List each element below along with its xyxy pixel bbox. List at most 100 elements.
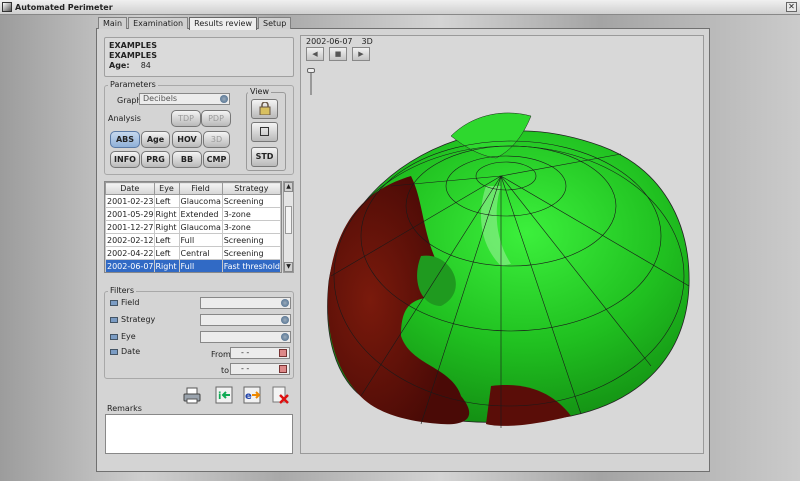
view-legend: View bbox=[248, 87, 271, 96]
remarks-textarea[interactable] bbox=[105, 414, 293, 454]
eye-label: Eye bbox=[121, 332, 136, 341]
cell-eye: Right bbox=[153, 220, 180, 234]
table-row[interactable]: 2001-05-29 Right Extended 3-zone bbox=[105, 207, 281, 221]
slider-knob[interactable] bbox=[307, 68, 315, 73]
strategy-select[interactable] bbox=[200, 314, 291, 326]
zoom-slider[interactable] bbox=[307, 66, 315, 96]
results-table: Date Eye Field Strategy 2001-02-23 Left Gl… bbox=[104, 181, 282, 273]
date-label: Date bbox=[121, 347, 141, 356]
age-value: 84 bbox=[140, 61, 151, 70]
graph-label: Graph bbox=[117, 96, 142, 105]
cell-field: Glaucoma bbox=[178, 220, 223, 234]
eye-icon bbox=[110, 333, 118, 340]
lock-button[interactable] bbox=[251, 99, 278, 119]
to-date-field[interactable]: - - bbox=[230, 363, 290, 375]
field-filter-label: Field bbox=[110, 298, 139, 307]
tab-setup[interactable]: Setup bbox=[258, 17, 292, 29]
std-button[interactable]: STD bbox=[251, 147, 278, 167]
cell-field: Central bbox=[178, 246, 223, 260]
square-icon: ■ bbox=[334, 50, 342, 58]
scroll-up-icon[interactable]: ▲ bbox=[284, 182, 293, 192]
square-icon bbox=[260, 127, 269, 136]
cell-field: Extended bbox=[178, 207, 223, 221]
3d-visual-field-view[interactable] bbox=[300, 35, 704, 454]
title-bar: Automated Perimeter ✕ bbox=[0, 0, 800, 15]
col-date[interactable]: Date bbox=[105, 182, 155, 195]
to-label: to bbox=[221, 366, 230, 375]
info-button[interactable]: INFO bbox=[110, 151, 140, 168]
dropdown-icon bbox=[281, 299, 289, 307]
col-field[interactable]: Field bbox=[178, 182, 223, 195]
patient-name-2: EXAMPLES bbox=[109, 51, 157, 60]
bb-button[interactable]: BB bbox=[172, 151, 202, 168]
delete-button[interactable] bbox=[272, 386, 290, 404]
close-icon[interactable]: ✕ bbox=[786, 2, 797, 12]
abs-button[interactable]: ABS bbox=[110, 131, 140, 148]
dropdown-icon bbox=[281, 316, 289, 324]
table-row[interactable]: 2001-12-27 Right Glaucoma 3-zone bbox=[105, 220, 281, 234]
age-label: Age: bbox=[109, 61, 130, 70]
hill-of-vision-3d bbox=[327, 112, 690, 428]
print-button[interactable] bbox=[183, 386, 201, 404]
tab-main[interactable]: Main bbox=[98, 17, 128, 29]
viewer-date: 2002-06-07 bbox=[306, 37, 353, 46]
export-button[interactable]: e bbox=[243, 386, 261, 404]
prg-button[interactable]: PRG bbox=[141, 151, 170, 168]
table-row[interactable]: 2002-02-12 Left Full Screening bbox=[105, 233, 281, 247]
cell-eye: Left bbox=[153, 194, 180, 208]
col-strategy[interactable]: Strategy bbox=[221, 182, 281, 195]
parameters-legend: Parameters bbox=[108, 80, 158, 89]
cell-field: Glaucoma bbox=[178, 194, 223, 208]
previous-button[interactable]: ◀ bbox=[306, 47, 324, 61]
triangle-left-icon: ◀ bbox=[312, 50, 318, 58]
tab-results-review[interactable]: Results review bbox=[189, 17, 258, 30]
next-button[interactable]: ▶ bbox=[352, 47, 370, 61]
cell-eye: Left bbox=[153, 233, 180, 247]
tdp-button[interactable]: TDP bbox=[171, 110, 201, 127]
field-label: Field bbox=[121, 298, 140, 307]
field-icon bbox=[110, 299, 118, 306]
to-date-value: - - bbox=[241, 364, 250, 373]
age-button[interactable]: Age bbox=[141, 131, 170, 148]
calendar-icon[interactable] bbox=[279, 365, 287, 373]
cell-strategy: Screening bbox=[221, 194, 281, 208]
stop-button[interactable]: ■ bbox=[329, 47, 347, 61]
cell-eye: Right bbox=[153, 259, 180, 272]
from-date-value: - - bbox=[241, 348, 250, 357]
viewer-mode: 3D bbox=[361, 37, 373, 46]
hov-button[interactable]: HOV bbox=[172, 131, 202, 148]
from-date-field[interactable]: - - bbox=[230, 347, 290, 359]
import-button[interactable]: i bbox=[215, 386, 233, 404]
col-eye[interactable]: Eye bbox=[153, 182, 180, 195]
3d-button[interactable]: 3D bbox=[203, 131, 230, 148]
remarks-label: Remarks bbox=[107, 404, 142, 413]
svg-text:i: i bbox=[218, 391, 221, 402]
patient-name-1: EXAMPLES bbox=[109, 41, 157, 50]
printer-icon bbox=[183, 387, 201, 404]
cell-eye: Right bbox=[153, 207, 180, 221]
table-row[interactable]: 2001-02-23 Left Glaucoma Screening bbox=[105, 194, 281, 208]
eye-select[interactable] bbox=[200, 331, 291, 343]
cell-strategy: Screening bbox=[221, 246, 281, 260]
cell-field: Full bbox=[178, 259, 223, 272]
table-row-selected[interactable]: 2002-06-07 Right Full Fast threshold bbox=[105, 259, 281, 272]
dropdown-icon bbox=[220, 95, 228, 103]
import-icon: i bbox=[215, 386, 233, 404]
frame-button[interactable] bbox=[251, 122, 278, 142]
calendar-icon[interactable] bbox=[279, 349, 287, 357]
eye-filter-label: Eye bbox=[110, 332, 136, 341]
table-row[interactable]: 2002-04-22 Left Central Screening bbox=[105, 246, 281, 260]
graph-value: Decibels bbox=[143, 94, 178, 103]
scroll-thumb[interactable] bbox=[285, 206, 292, 234]
table-scrollbar[interactable]: ▲ ▼ bbox=[283, 181, 294, 273]
app-title: Automated Perimeter bbox=[15, 2, 113, 12]
tab-examination[interactable]: Examination bbox=[128, 17, 189, 29]
pdp-button[interactable]: PDP bbox=[201, 110, 231, 127]
triangle-right-icon: ▶ bbox=[358, 50, 364, 58]
field-select[interactable] bbox=[200, 297, 291, 309]
cmp-button[interactable]: CMP bbox=[203, 151, 230, 168]
cell-date: 2001-02-23 bbox=[105, 194, 155, 208]
scroll-down-icon[interactable]: ▼ bbox=[284, 262, 293, 272]
cell-date: 2002-04-22 bbox=[105, 246, 155, 260]
graph-select[interactable]: Decibels bbox=[139, 93, 230, 105]
